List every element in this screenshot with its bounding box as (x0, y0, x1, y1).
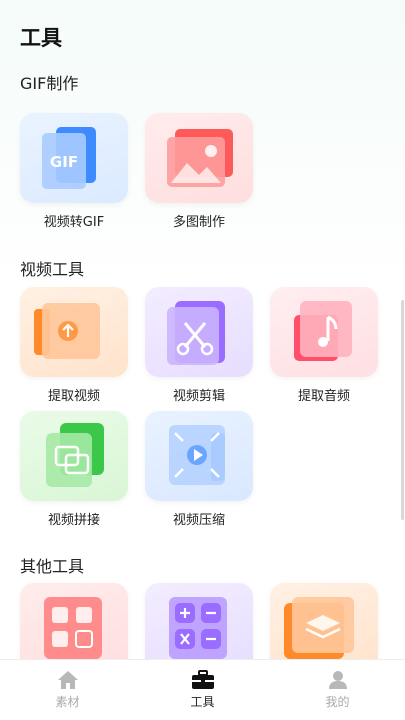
section-title-video: 视频工具 (20, 260, 85, 279)
tab-label: 素材 (55, 695, 80, 709)
scrollbar[interactable] (401, 300, 404, 520)
tool-video-to-gif[interactable]: GIF 视频转GIF (20, 113, 128, 230)
tool-video-compress[interactable]: 视频压缩 (145, 411, 253, 528)
section-title-gif: GIF制作 (20, 74, 79, 93)
tool-multi-image[interactable]: 多图制作 (145, 113, 253, 230)
tab-label: 我的 (325, 695, 350, 709)
svg-text:GIF: GIF (50, 153, 78, 171)
scissors-icon (167, 301, 225, 365)
tool-label: 提取音频 (297, 389, 350, 404)
toolbox-icon (191, 670, 214, 689)
gif-file-icon: GIF (42, 127, 96, 189)
tab-tools[interactable]: 工具 (135, 660, 270, 720)
music-note-icon (294, 301, 352, 361)
tab-mine[interactable]: 我的 (270, 660, 405, 720)
tab-material[interactable]: 素材 (0, 660, 135, 720)
tool-label: 多图制作 (172, 215, 225, 230)
multi-image-icon (167, 129, 233, 187)
bottom-tab-bar: 素材 工具 我的 (0, 659, 405, 720)
tool-extract-video[interactable]: 提取视频 (20, 287, 128, 404)
tool-label: 视频转GIF (43, 215, 105, 230)
page-title: 工具 (20, 26, 62, 50)
user-icon (328, 671, 347, 689)
home-icon (57, 671, 78, 689)
tool-label: 视频剪辑 (172, 389, 225, 404)
merge-icon (46, 423, 104, 487)
tool-label: 视频压缩 (172, 513, 225, 528)
tool-label: 视频拼接 (47, 513, 100, 528)
tab-label: 工具 (190, 695, 215, 709)
tool-video-merge[interactable]: 视频拼接 (20, 411, 128, 528)
tool-label: 提取视频 (47, 389, 100, 404)
section-title-other: 其他工具 (20, 557, 85, 576)
compress-icon (169, 425, 225, 485)
tool-extract-audio[interactable]: 提取音频 (270, 287, 378, 404)
tool-video-edit[interactable]: 视频剪辑 (145, 287, 253, 404)
extract-video-icon (34, 303, 100, 359)
